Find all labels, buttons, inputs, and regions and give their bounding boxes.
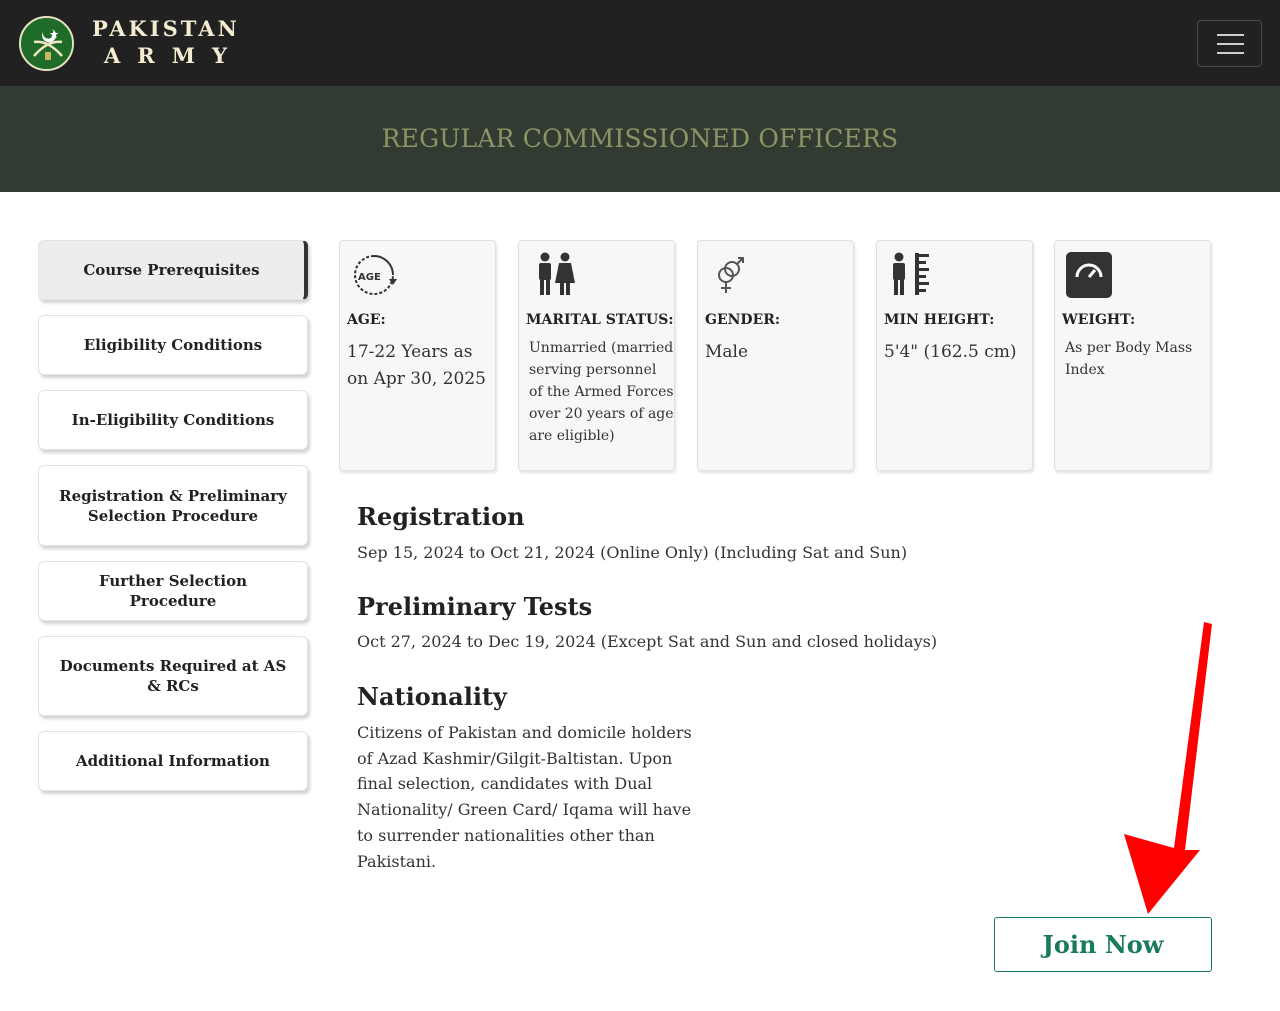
card-title: AGE: <box>347 312 386 328</box>
brand-line1: PAKISTAN <box>92 16 240 41</box>
sidebar-item-further-selection[interactable]: Further Selection Procedure <box>38 561 308 621</box>
card-min-height: MIN HEIGHT: 5'4" (162.5 cm) <box>876 240 1033 471</box>
age-icon-text: AGE <box>358 272 381 283</box>
card-value: Unmarried (married serving personnel of … <box>529 340 674 444</box>
sidebar-item-label: Course Prerequisites <box>83 261 260 279</box>
card-title: WEIGHT: <box>1062 312 1136 328</box>
card-gender: GENDER: Male <box>697 240 854 471</box>
card-value: 5'4" (162.5 cm) <box>884 342 1017 362</box>
sidebar-item-registration-procedure[interactable]: Registration & Preliminary Selection Pro… <box>38 465 308 546</box>
menu-toggle-button[interactable] <box>1197 20 1262 67</box>
card-value: As per Body Mass Index <box>1065 340 1193 378</box>
card-weight: WEIGHT: As per Body Mass Index <box>1054 240 1211 471</box>
registration-text: Sep 15, 2024 to Oct 21, 2024 (Online Onl… <box>357 543 908 562</box>
registration-heading: Registration <box>357 502 525 531</box>
card-marital-status: MARITAL STATUS: Unmarried (married servi… <box>518 240 675 471</box>
sidebar-item-course-prerequisites[interactable]: Course Prerequisites <box>38 240 308 300</box>
card-title: MIN HEIGHT: <box>884 312 995 328</box>
navbar: PAKISTAN ARMY <box>0 0 1280 86</box>
hamburger-bar <box>1217 52 1244 54</box>
brand-line2: ARMY <box>104 43 244 68</box>
weight-scale-icon <box>1065 251 1113 299</box>
gender-icon <box>708 251 756 299</box>
card-age: AGE AGE: 17-22 Years as on Apr 30, 2025 <box>339 240 496 471</box>
sidebar-item-in-eligibility-conditions[interactable]: In-Eligibility Conditions <box>38 390 308 450</box>
sidebar-item-label: Registration & Preliminary Selection Pro… <box>59 486 287 525</box>
sidebar-item-eligibility-conditions[interactable]: Eligibility Conditions <box>38 315 308 375</box>
couple-icon <box>529 251 577 299</box>
card-title: GENDER: <box>705 312 781 328</box>
sidebar-item-label: Additional Information <box>76 752 270 770</box>
hamburger-bar <box>1217 34 1244 36</box>
preliminary-tests-text: Oct 27, 2024 to Dec 19, 2024 (Except Sat… <box>357 632 938 651</box>
sidebar-item-label: Further Selection Procedure <box>99 572 247 610</box>
height-icon <box>887 251 935 299</box>
age-icon: AGE <box>350 251 398 299</box>
sidebar-item-additional-information[interactable]: Additional Information <box>38 731 308 791</box>
sidebar-item-label: Documents Required at AS & RCs <box>59 657 287 695</box>
red-arrow-annotation <box>1124 622 1212 914</box>
page-title: REGULAR COMMISSIONED OFFICERS <box>381 124 899 153</box>
nationality-text: Citizens of Pakistan and domicile holder… <box>357 723 692 871</box>
sidebar-item-label: Eligibility Conditions <box>83 336 263 354</box>
brand-wordmark[interactable]: PAKISTAN ARMY <box>92 18 244 66</box>
card-value: Male <box>705 342 749 362</box>
hamburger-bar <box>1217 43 1244 45</box>
join-now-button[interactable]: Join Now <box>994 917 1212 972</box>
preliminary-tests-heading: Preliminary Tests <box>357 592 593 621</box>
sidebar-item-label: In-Eligibility Conditions <box>71 411 275 429</box>
nationality-heading: Nationality <box>357 682 507 711</box>
card-value: 17-22 Years as on Apr 30, 2025 <box>347 342 486 389</box>
army-emblem-logo[interactable] <box>19 16 74 71</box>
sidebar-item-documents-required[interactable]: Documents Required at AS & RCs <box>38 636 308 716</box>
card-title: MARITAL STATUS: <box>526 312 674 328</box>
